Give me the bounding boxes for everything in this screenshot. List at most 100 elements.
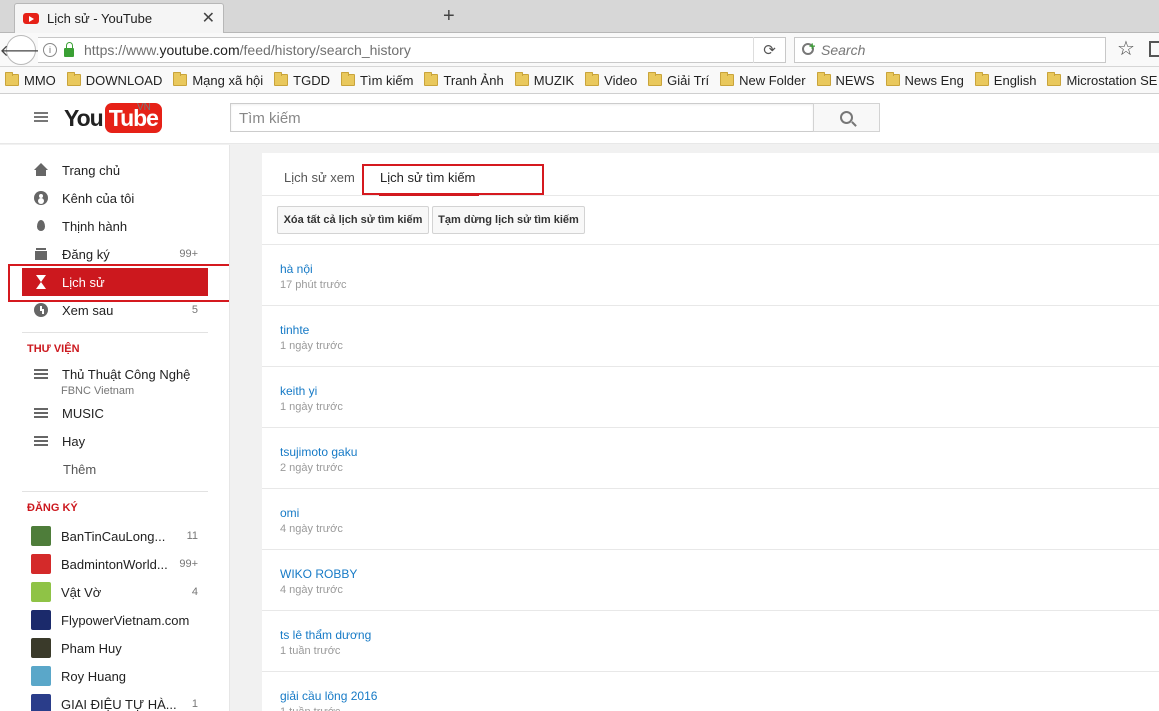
bookmark-folder[interactable]: Giải Trí (648, 72, 710, 88)
bookmark-label: Tranh Ảnh (443, 72, 504, 88)
sidebar-item-subscription[interactable]: BanTinCauLong... 11 (22, 522, 208, 550)
bookmark-label: TGDD (293, 72, 331, 88)
sidebar-item-subscription[interactable]: Vật Vờ 4 (22, 578, 208, 606)
sidebar-item-trending[interactable]: Thịnh hành (22, 212, 208, 240)
folder-icon (514, 72, 529, 86)
bookmark-label: DOWNLOAD (85, 72, 163, 88)
sidebar-divider (22, 491, 208, 492)
sidebar-item-count: 99+ (179, 558, 198, 570)
user-circle-icon (33, 190, 49, 206)
search-query-link[interactable]: tinhte (280, 323, 309, 337)
close-tab-icon[interactable]: ✕ (202, 10, 215, 27)
search-timestamp: 2 ngày trước (280, 462, 343, 474)
sidebar-item-label: Thịnh hành (62, 218, 128, 234)
search-query-link[interactable]: omi (280, 506, 299, 520)
sidebar-item-playlist[interactable]: Hay (22, 427, 208, 455)
bookmark-label: MUZIK (533, 72, 575, 88)
address-bar[interactable]: i https://www.youtube.com/feed/history/s… (38, 37, 786, 63)
search-timestamp: 17 phút trước (280, 279, 347, 291)
pause-search-history-button[interactable]: Tạm dừng lịch sử tìm kiếm (432, 206, 585, 234)
reload-icon[interactable]: ⟳ (753, 37, 785, 63)
bookmark-folder[interactable]: TGDD (274, 72, 331, 88)
folder-icon (1047, 72, 1062, 86)
search-timestamp: 4 ngày trước (280, 523, 343, 535)
search-engine-icon[interactable] (801, 41, 817, 58)
search-query-link[interactable]: tsujimoto gaku (280, 445, 357, 459)
bookmark-folder[interactable]: News Eng (885, 72, 964, 88)
folder-icon (816, 72, 831, 86)
bookmark-label: Tìm kiếm (360, 72, 414, 88)
sidebar-item-subscription[interactable]: Pham Huy (22, 634, 208, 662)
bookmark-folder[interactable]: Microstation SE (1047, 72, 1158, 88)
bookmark-label: Microstation SE (1066, 72, 1158, 88)
search-query-link[interactable]: ts lê thẩm dương (280, 628, 371, 642)
folder-icon (341, 72, 356, 86)
bookmark-folder[interactable]: Mạng xã hội (173, 72, 263, 88)
lock-icon[interactable] (64, 41, 74, 57)
sidebar-item-my-channel[interactable]: Kênh của tôi (22, 184, 208, 212)
url-text[interactable]: https://www.youtube.com/feed/history/sea… (84, 42, 753, 58)
history-row: tinhte 1 ngày trước (262, 305, 1159, 366)
subscriptions-section-title: ĐĂNG KÝ (27, 502, 78, 514)
back-arrow-icon[interactable]: 🡐 (0, 35, 42, 65)
guide-sidebar: Trang chủ Kênh của tôi Thịnh hành Đăng k… (0, 145, 230, 711)
folder-icon (720, 72, 735, 86)
youtube-logo[interactable]: You Tube VN (64, 102, 162, 133)
sidebar-item-label: BadmintonWorld... (61, 556, 168, 572)
sidebar-divider (22, 332, 208, 333)
bookmark-folder[interactable]: Tranh Ảnh (424, 72, 504, 88)
tab-watch-history[interactable]: Lịch sử xem (284, 170, 355, 185)
history-row: hà nội 17 phút trước (262, 244, 1159, 305)
sidebar-item-subscription[interactable]: Roy Huang (22, 662, 208, 690)
playlist-owner: FBNC Vietnam (61, 385, 135, 397)
avatar (31, 582, 51, 602)
more-link[interactable]: Thêm (63, 462, 96, 477)
search-icon (840, 111, 853, 124)
folder-icon (885, 72, 900, 86)
new-tab-icon[interactable]: + (443, 5, 455, 27)
bookmark-folder[interactable]: DOWNLOAD (66, 72, 163, 88)
bookmark-folder[interactable]: English (974, 72, 1036, 88)
clear-all-search-history-button[interactable]: Xóa tất cả lịch sử tìm kiếm (277, 206, 429, 234)
bookmark-label: MMO (24, 72, 56, 88)
browser-tab-bar: Lịch sử - YouTube ✕ + (0, 0, 1159, 33)
bookmark-star-icon[interactable]: ☆ (1117, 39, 1135, 59)
hamburger-menu-icon[interactable] (34, 112, 48, 122)
home-icon (33, 162, 49, 178)
bookmark-folder[interactable]: NEWS (816, 72, 875, 88)
sidebar-item-count: 5 (191, 304, 198, 316)
sidebar-item-subscription[interactable]: GIAI ĐIỆU TỰ HÀ... 1 (22, 690, 208, 711)
youtube-favicon-icon (23, 13, 39, 24)
search-query-link[interactable]: hà nội (280, 262, 313, 276)
sidebar-item-count: 11 (186, 530, 198, 542)
search-timestamp: 1 ngày trước (280, 401, 343, 413)
bookmark-folder[interactable]: Tìm kiếm (341, 72, 414, 88)
avatar (31, 526, 51, 546)
library-icon[interactable] (1149, 41, 1159, 57)
sidebar-item-playlist[interactable]: Thủ Thuật Công Nghệ (22, 360, 208, 388)
sidebar-item-subscription[interactable]: BadmintonWorld... 99+ (22, 550, 208, 578)
youtube-search-button[interactable] (813, 103, 880, 132)
folder-icon (424, 72, 439, 86)
sidebar-item-playlist[interactable]: MUSIC (22, 399, 208, 427)
browser-search-box[interactable]: Search (794, 37, 1106, 63)
info-icon[interactable]: i (43, 43, 57, 57)
search-query-link[interactable]: keith yi (280, 384, 317, 398)
bookmark-label: Giải Trí (667, 72, 710, 88)
sidebar-item-subscription[interactable]: FlypowerVietnam.com (22, 606, 208, 634)
browser-tab[interactable]: Lịch sử - YouTube ✕ (14, 3, 224, 33)
sidebar-item-label: Kênh của tôi (62, 190, 135, 206)
search-query-link[interactable]: WIKO ROBBY (280, 567, 357, 581)
search-timestamp: 1 ngày trước (280, 340, 343, 352)
history-row: WIKO ROBBY 4 ngày trước (262, 549, 1159, 610)
bookmark-folder[interactable]: MUZIK (514, 72, 575, 88)
bookmark-folder[interactable]: New Folder (720, 72, 806, 88)
sidebar-item-home[interactable]: Trang chủ (22, 156, 208, 184)
history-row: omi 4 ngày trước (262, 488, 1159, 549)
bookmark-folder[interactable]: MMO (5, 72, 56, 88)
bookmark-folder[interactable]: Video (585, 72, 637, 88)
folder-icon (173, 72, 188, 86)
youtube-search-input[interactable]: Tìm kiếm (230, 103, 814, 132)
search-query-link[interactable]: giải cầu lông 2016 (280, 689, 377, 703)
history-highlight-box (8, 264, 229, 302)
